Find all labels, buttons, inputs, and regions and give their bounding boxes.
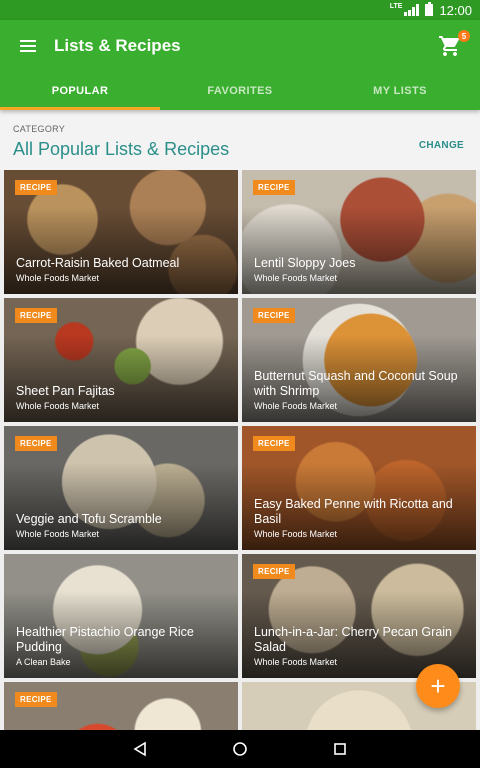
recipe-grid: RECIPE Carrot-Raisin Baked Oatmeal Whole … [0,170,480,730]
change-category-button[interactable]: CHANGE [419,140,464,151]
category-label: CATEGORY [13,124,66,134]
app-bar: Lists & Recipes 5 POPULAR FAVORITES MY L… [0,20,480,110]
recipe-title: Lentil Sloppy Joes [254,256,356,270]
status-time: 12:00 [439,2,472,18]
system-nav-bar [0,730,480,768]
home-icon [233,742,247,756]
recipe-card[interactable]: RECIPE Lunch-in-a-Jar: Cherry Pecan Grai… [242,554,476,678]
recipe-badge: RECIPE [253,308,295,323]
recipe-source: Whole Foods Market [254,401,338,411]
recipe-card[interactable]: RECIPE Sheet Pan Fajitas Whole Foods Mark… [4,298,238,422]
recipe-source: Whole Foods Market [16,273,100,283]
tab-popular[interactable]: POPULAR [0,72,160,110]
status-bar: LTE 12:00 [0,0,480,20]
recipe-card[interactable]: RECIPE Carrot-Raisin Baked Oatmeal Whole … [4,170,238,294]
recipe-badge: RECIPE [253,436,295,451]
signal-icon [404,4,420,16]
toolbar: Lists & Recipes 5 [0,20,480,72]
recipe-badge: RECIPE [15,180,57,195]
shopping-cart-button[interactable]: 5 [438,30,470,58]
back-icon [133,741,146,757]
add-fab-button[interactable]: + [416,664,460,708]
tab-my-lists[interactable]: MY LISTS [320,72,480,110]
tab-favorites[interactable]: FAVORITES [160,72,320,110]
recipe-source: Whole Foods Market [16,401,100,411]
recipe-source: Whole Foods Market [254,273,338,283]
menu-icon[interactable] [20,40,36,52]
recipe-card[interactable]: RECIPE Butternut Squash and Coconut Soup… [242,298,476,422]
recipe-badge: RECIPE [15,436,57,451]
battery-icon [425,2,434,16]
recipe-card[interactable]: RECIPE Veggie and Tofu Scramble Whole Foo… [4,426,238,550]
recipe-title: Veggie and Tofu Scramble [16,512,162,526]
recipe-card[interactable]: RECIPE [4,682,238,730]
recents-icon [334,743,346,755]
recipe-title: Easy Baked Penne with Ricotta and Basil [254,497,453,526]
recents-button[interactable] [330,739,350,759]
recipe-badge: RECIPE [253,564,295,579]
category-header: CATEGORY All Popular Lists & Recipes CHA… [0,110,480,170]
back-button[interactable] [130,739,150,759]
recipe-source: A Clean Bake [16,657,71,667]
recipe-badge: RECIPE [15,692,57,707]
recipe-badge: RECIPE [253,180,295,195]
recipe-card[interactable]: RECIPE Easy Baked Penne with Ricotta and… [242,426,476,550]
recipe-title: Healthier Pistachio Orange Rice Pudding [16,625,194,654]
app-title: Lists & Recipes [54,36,181,55]
home-button[interactable] [230,739,250,759]
recipe-title: Carrot-Raisin Baked Oatmeal [16,256,180,270]
recipe-title: Butternut Squash and Coconut Soup with S… [254,369,458,398]
recipe-source: Whole Foods Market [254,529,338,539]
tab-bar: POPULAR FAVORITES MY LISTS [0,72,480,110]
cart-count-badge: 5 [458,30,470,42]
recipe-title: Sheet Pan Fajitas [16,384,115,398]
recipe-card[interactable]: Healthier Pistachio Orange Rice Pudding A… [4,554,238,678]
recipe-badge: RECIPE [15,308,57,323]
network-type: LTE [389,2,403,10]
recipe-title: Lunch-in-a-Jar: Cherry Pecan Grain Salad [254,625,452,654]
content-area[interactable]: CATEGORY All Popular Lists & Recipes CHA… [0,110,480,730]
recipe-source: Whole Foods Market [16,529,100,539]
category-title: All Popular Lists & Recipes [13,139,230,159]
recipe-card[interactable]: RECIPE Lentil Sloppy Joes Whole Foods Mar… [242,170,476,294]
